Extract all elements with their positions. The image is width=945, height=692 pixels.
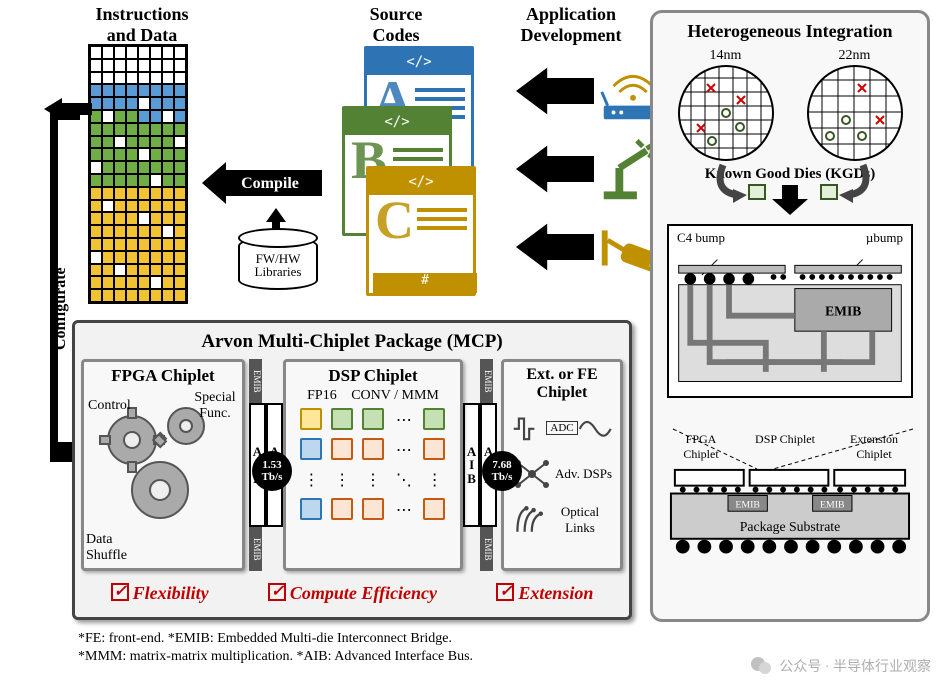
- benefit-flex: Flexibility: [133, 583, 209, 603]
- bandwidth-2-badge: 7.68 Tb/s: [482, 451, 522, 491]
- emib-bar: EMIB: [480, 359, 493, 403]
- pulse-icon: [512, 409, 546, 447]
- conv-label: CONV / MMM: [351, 388, 439, 404]
- adc-badge: ADC: [546, 421, 577, 435]
- configurate-label: Configurate: [52, 267, 70, 350]
- emib-cross-section-art: EMIB: [669, 246, 911, 391]
- mcp-panel: Arvon Multi-Chiplet Package (MCP) FPGA C…: [72, 320, 632, 620]
- sine-icon: [578, 409, 612, 447]
- wechat-watermark: 公众号 · 半导体行业观察: [749, 654, 931, 678]
- ubump-label: µbump: [866, 230, 903, 246]
- svg-text:Compile: Compile: [241, 175, 299, 192]
- c4-bump-label: C4 bump: [677, 230, 725, 246]
- fpga-control-label: Control: [88, 398, 131, 414]
- instructions-data-grid: [88, 44, 188, 304]
- benefit-ext: Extension: [518, 583, 593, 603]
- wafer-22nm-label: 22nm: [806, 48, 904, 64]
- libraries-cylinder: FW/HW Libraries: [238, 236, 318, 300]
- het-title: Heterogeneous Integration: [661, 21, 919, 42]
- callout-lines: [663, 425, 923, 473]
- wafer-14nm-icon: [677, 64, 775, 162]
- app-icons-column: [516, 50, 672, 288]
- compile-arrow: Compile: [202, 160, 322, 206]
- dsp-pe-grid: ⋯ ⋯ ⋮⋮⋮⋱⋮ ⋯: [292, 408, 454, 520]
- adv-dsp-label: Adv. DSPs: [555, 466, 612, 482]
- emib-bar: EMIB: [480, 527, 493, 571]
- het-integration-panel: Heterogeneous Integration 14nm 22nm: [650, 10, 930, 622]
- wafer-14nm-label: 14nm: [677, 48, 775, 64]
- svg-text:Package Substrate: Package Substrate: [740, 519, 841, 534]
- libraries-label: FW/HW Libraries: [240, 252, 316, 278]
- emib-bar: EMIB: [249, 359, 262, 403]
- svg-text:EMIB: EMIB: [735, 499, 760, 510]
- configurate-arrowhead: [44, 98, 92, 120]
- optical-label: Optical Links: [548, 504, 612, 536]
- fpga-chiplet: FPGA Chiplet Control Special Func. Data …: [81, 359, 245, 571]
- emib-cross-section: C4 bump µbump EMIB: [667, 224, 913, 398]
- source-codes-title: Source Codes: [346, 4, 446, 46]
- app-dev-title: Application Development: [506, 4, 636, 46]
- instructions-title: Instructions and Data: [82, 4, 202, 46]
- arrow-left-icon: [516, 132, 594, 206]
- optical-icon: [512, 501, 548, 539]
- source-doc-c: </> C#: [366, 166, 476, 296]
- fpga-data-label: Data Shuffle: [86, 532, 134, 564]
- svg-text:EMIB: EMIB: [820, 499, 845, 510]
- package-cross-section: EMIB EMIB Package Substrate: [667, 464, 913, 558]
- kgd-arrows: [673, 161, 913, 203]
- footnotes: *FE: front-end. *EMIB: Embedded Multi-di…: [78, 630, 473, 665]
- dsp-chiplet: DSP Chiplet FP16CONV / MMM ⋯ ⋯ ⋮⋮⋮⋱⋮ ⋯: [283, 359, 463, 571]
- svg-text:EMIB: EMIB: [825, 303, 861, 318]
- source-code-stack: </> A </> B </> C#: [326, 46, 476, 286]
- aib-bar: AIB: [463, 403, 480, 527]
- wechat-icon: [749, 654, 773, 678]
- benefit-compute: Compute Efficiency: [290, 583, 437, 603]
- bandwidth-1-badge: 1.53 Tb/s: [252, 451, 292, 491]
- mcp-title: Arvon Multi-Chiplet Package (MCP): [81, 331, 623, 353]
- benefits-row: Flexibility Compute Efficiency Extension: [81, 581, 623, 604]
- emib-bar: EMIB: [249, 527, 262, 571]
- wafer-22nm-icon: [806, 64, 904, 162]
- fpga-special-label: Special Func.: [190, 390, 240, 422]
- arrow-left-icon: [516, 210, 594, 284]
- fp16-label: FP16: [307, 388, 337, 404]
- arrow-left-icon: [516, 54, 594, 128]
